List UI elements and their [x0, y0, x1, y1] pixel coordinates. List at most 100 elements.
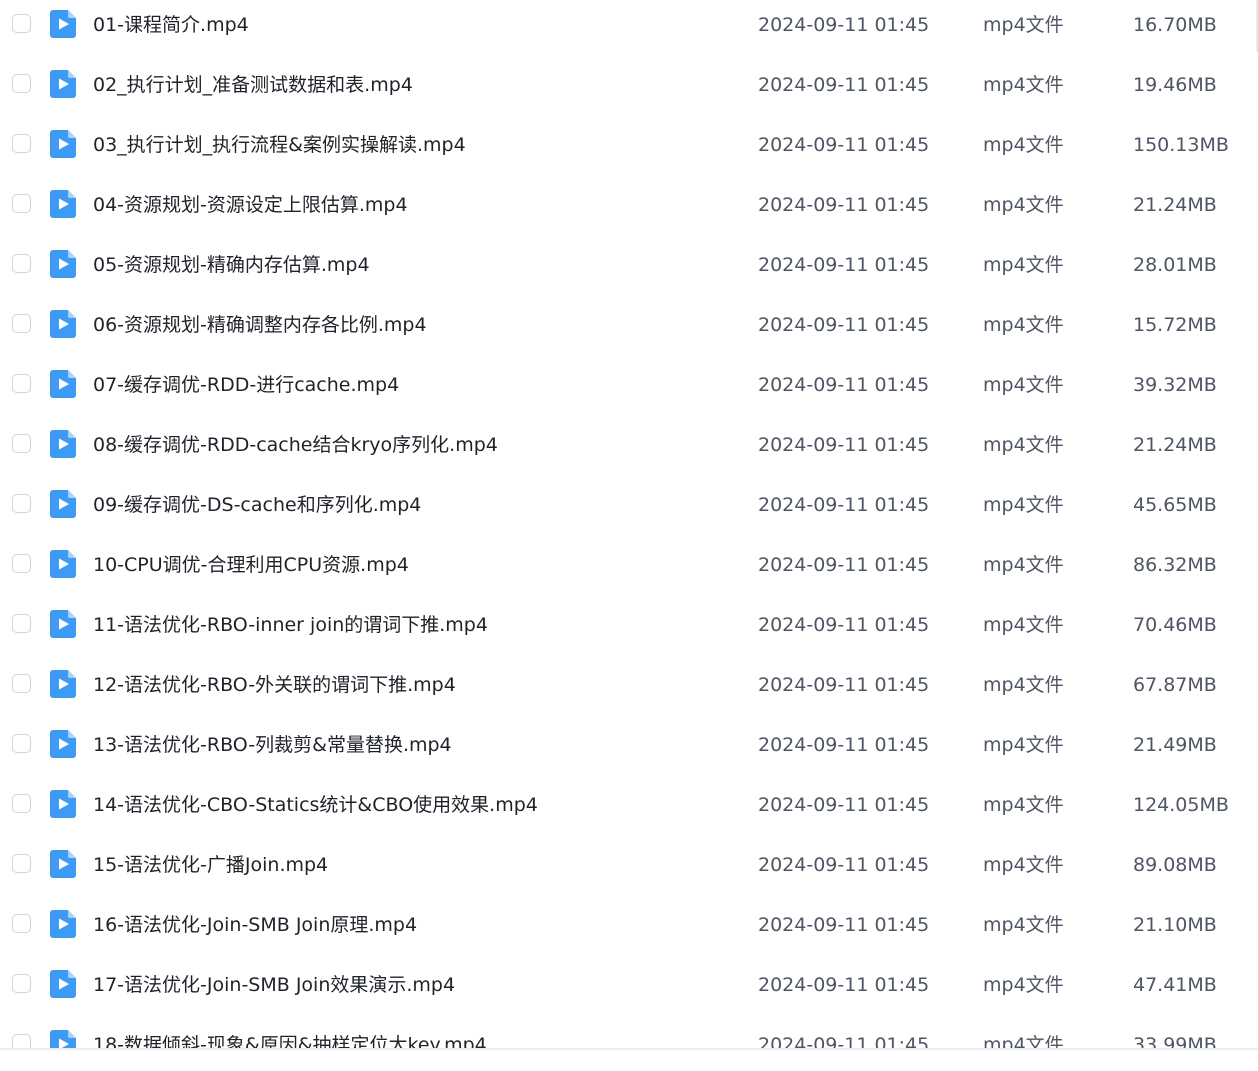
file-row[interactable]: 08-缓存调优-RDD-cache结合kryo序列化.mp4 2024-09-1…	[0, 416, 1258, 476]
file-modified-date: 2024-09-11 01:45	[758, 794, 930, 816]
row-checkbox[interactable]	[12, 674, 31, 693]
file-row[interactable]: 06-资源规划-精确调整内存各比例.mp4 2024-09-11 01:45 m…	[0, 296, 1258, 356]
row-checkbox[interactable]	[12, 194, 31, 213]
file-name[interactable]: 15-语法优化-广播Join.mp4	[93, 853, 328, 877]
file-size: 21.10MB	[1133, 914, 1217, 936]
file-name[interactable]: 12-语法优化-RBO-外关联的谓词下推.mp4	[93, 673, 456, 697]
file-row[interactable]: 02_执行计划_准备测试数据和表.mp4 2024-09-11 01:45 mp…	[0, 56, 1258, 116]
video-file-icon	[50, 190, 76, 218]
file-row[interactable]: 10-CPU调优-合理利用CPU资源.mp4 2024-09-11 01:45 …	[0, 536, 1258, 596]
file-size: 28.01MB	[1133, 254, 1217, 276]
file-row[interactable]: 04-资源规划-资源设定上限估算.mp4 2024-09-11 01:45 mp…	[0, 176, 1258, 236]
file-size: 16.70MB	[1133, 14, 1217, 36]
file-row[interactable]: 15-语法优化-广播Join.mp4 2024-09-11 01:45 mp4文…	[0, 836, 1258, 896]
file-name[interactable]: 16-语法优化-Join-SMB Join原理.mp4	[93, 913, 417, 937]
file-name[interactable]: 04-资源规划-资源设定上限估算.mp4	[93, 193, 408, 217]
file-row[interactable]: 16-语法优化-Join-SMB Join原理.mp4 2024-09-11 0…	[0, 896, 1258, 956]
file-size: 45.65MB	[1133, 494, 1217, 516]
video-file-icon	[50, 130, 76, 158]
file-name[interactable]: 03_执行计划_执行流程&案例实操解读.mp4	[93, 133, 466, 157]
file-type: mp4文件	[983, 374, 1064, 396]
file-modified-date: 2024-09-11 01:45	[758, 554, 930, 576]
file-row[interactable]: 12-语法优化-RBO-外关联的谓词下推.mp4 2024-09-11 01:4…	[0, 656, 1258, 716]
file-type: mp4文件	[983, 674, 1064, 696]
video-file-icon	[50, 790, 76, 818]
row-checkbox[interactable]	[12, 974, 31, 993]
file-name[interactable]: 01-课程简介.mp4	[93, 13, 249, 37]
video-file-icon	[50, 730, 76, 758]
file-list: 01-课程简介.mp4 2024-09-11 01:45 mp4文件 16.70…	[0, 0, 1258, 1048]
video-file-icon	[50, 910, 76, 938]
file-row[interactable]: 14-语法优化-CBO-Statics统计&CBO使用效果.mp4 2024-0…	[0, 776, 1258, 836]
file-type: mp4文件	[983, 554, 1064, 576]
file-type: mp4文件	[983, 254, 1064, 276]
file-size: 89.08MB	[1133, 854, 1217, 876]
file-type: mp4文件	[983, 434, 1064, 456]
file-modified-date: 2024-09-11 01:45	[758, 494, 930, 516]
file-size: 39.32MB	[1133, 374, 1217, 396]
row-checkbox[interactable]	[12, 854, 31, 873]
file-name[interactable]: 02_执行计划_准备测试数据和表.mp4	[93, 73, 413, 97]
video-file-icon	[50, 70, 76, 98]
video-file-icon	[50, 850, 76, 878]
file-name[interactable]: 18-数据倾斜-现象&原因&抽样定位大key.mp4	[93, 1033, 487, 1048]
row-checkbox[interactable]	[12, 794, 31, 813]
file-modified-date: 2024-09-11 01:45	[758, 14, 930, 36]
video-file-icon	[50, 10, 76, 38]
video-file-icon	[50, 1030, 76, 1048]
file-size: 21.24MB	[1133, 194, 1217, 216]
file-name[interactable]: 05-资源规划-精确内存估算.mp4	[93, 253, 370, 277]
file-type: mp4文件	[983, 494, 1064, 516]
row-checkbox[interactable]	[12, 374, 31, 393]
file-list-viewport[interactable]: 01-课程简介.mp4 2024-09-11 01:45 mp4文件 16.70…	[0, 0, 1258, 1048]
file-row[interactable]: 18-数据倾斜-现象&原因&抽样定位大key.mp4 2024-09-11 01…	[0, 1016, 1258, 1048]
file-modified-date: 2024-09-11 01:45	[758, 374, 930, 396]
row-checkbox[interactable]	[12, 14, 31, 33]
row-checkbox[interactable]	[12, 434, 31, 453]
row-checkbox[interactable]	[12, 1034, 31, 1048]
file-modified-date: 2024-09-11 01:45	[758, 314, 930, 336]
file-row[interactable]: 09-缓存调优-DS-cache和序列化.mp4 2024-09-11 01:4…	[0, 476, 1258, 536]
row-checkbox[interactable]	[12, 74, 31, 93]
file-row[interactable]: 05-资源规划-精确内存估算.mp4 2024-09-11 01:45 mp4文…	[0, 236, 1258, 296]
file-name[interactable]: 08-缓存调优-RDD-cache结合kryo序列化.mp4	[93, 433, 498, 457]
file-name[interactable]: 17-语法优化-Join-SMB Join效果演示.mp4	[93, 973, 455, 997]
row-checkbox[interactable]	[12, 734, 31, 753]
file-row[interactable]: 11-语法优化-RBO-inner join的谓词下推.mp4 2024-09-…	[0, 596, 1258, 656]
file-row[interactable]: 01-课程简介.mp4 2024-09-11 01:45 mp4文件 16.70…	[0, 0, 1258, 56]
bottom-divider	[0, 1048, 1258, 1071]
row-checkbox[interactable]	[12, 314, 31, 333]
file-name[interactable]: 10-CPU调优-合理利用CPU资源.mp4	[93, 553, 409, 577]
file-type: mp4文件	[983, 314, 1064, 336]
file-row[interactable]: 03_执行计划_执行流程&案例实操解读.mp4 2024-09-11 01:45…	[0, 116, 1258, 176]
file-name[interactable]: 06-资源规划-精确调整内存各比例.mp4	[93, 313, 427, 337]
video-file-icon	[50, 550, 76, 578]
row-checkbox[interactable]	[12, 494, 31, 513]
row-checkbox[interactable]	[12, 554, 31, 573]
file-type: mp4文件	[983, 1034, 1064, 1048]
file-name[interactable]: 09-缓存调优-DS-cache和序列化.mp4	[93, 493, 421, 517]
video-file-icon	[50, 370, 76, 398]
video-file-icon	[50, 490, 76, 518]
row-checkbox[interactable]	[12, 914, 31, 933]
file-type: mp4文件	[983, 14, 1064, 36]
row-checkbox[interactable]	[12, 254, 31, 273]
video-file-icon	[50, 670, 76, 698]
file-type: mp4文件	[983, 134, 1064, 156]
file-name[interactable]: 07-缓存调优-RDD-进行cache.mp4	[93, 373, 399, 397]
file-row[interactable]: 13-语法优化-RBO-列裁剪&常量替换.mp4 2024-09-11 01:4…	[0, 716, 1258, 776]
row-checkbox[interactable]	[12, 134, 31, 153]
row-checkbox[interactable]	[12, 614, 31, 633]
file-size: 21.24MB	[1133, 434, 1217, 456]
file-row[interactable]: 17-语法优化-Join-SMB Join效果演示.mp4 2024-09-11…	[0, 956, 1258, 1016]
file-name[interactable]: 11-语法优化-RBO-inner join的谓词下推.mp4	[93, 613, 488, 637]
file-modified-date: 2024-09-11 01:45	[758, 614, 930, 636]
file-modified-date: 2024-09-11 01:45	[758, 854, 930, 876]
file-size: 124.05MB	[1133, 794, 1229, 816]
file-row[interactable]: 07-缓存调优-RDD-进行cache.mp4 2024-09-11 01:45…	[0, 356, 1258, 416]
file-name[interactable]: 13-语法优化-RBO-列裁剪&常量替换.mp4	[93, 733, 452, 757]
file-modified-date: 2024-09-11 01:45	[758, 254, 930, 276]
file-size: 47.41MB	[1133, 974, 1217, 996]
file-size: 70.46MB	[1133, 614, 1217, 636]
file-name[interactable]: 14-语法优化-CBO-Statics统计&CBO使用效果.mp4	[93, 793, 538, 817]
